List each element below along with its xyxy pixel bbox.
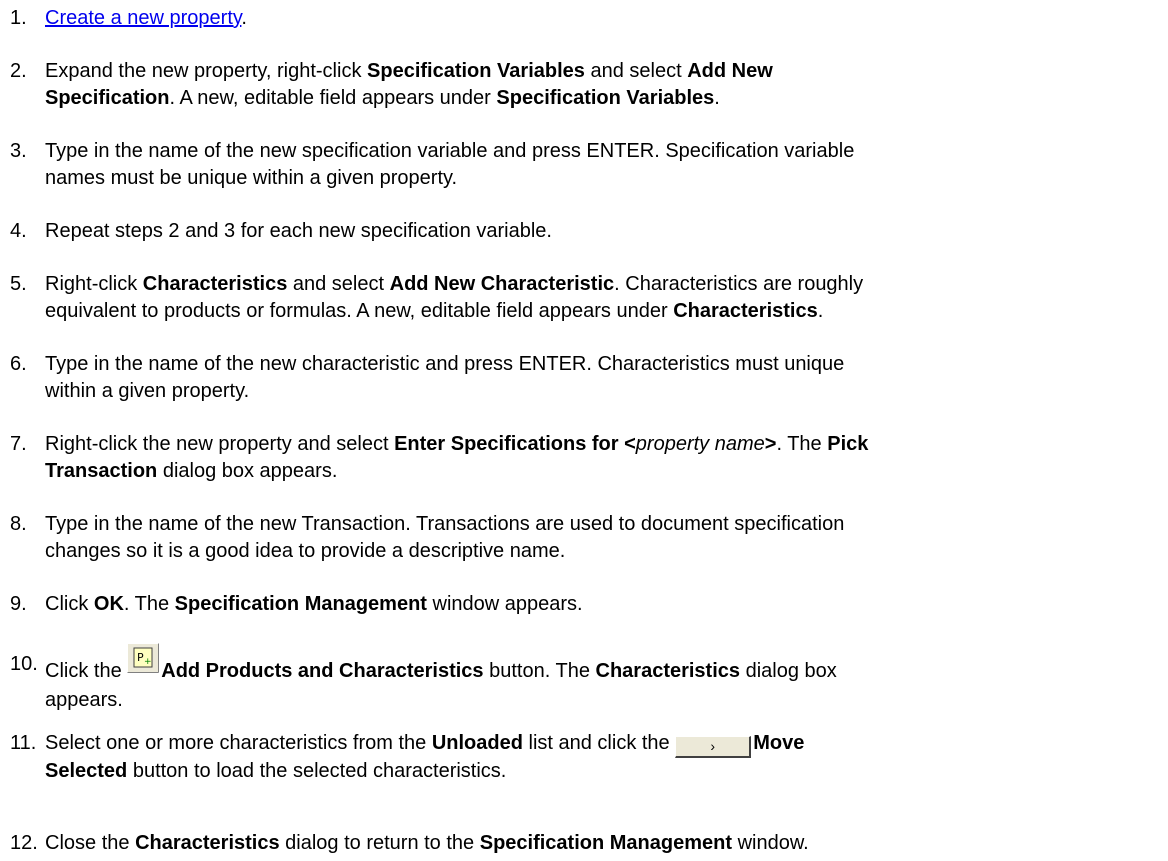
svg-text:+: +: [144, 657, 152, 667]
step-number: 6.: [10, 353, 27, 375]
move-selected-button[interactable]: ›: [675, 736, 752, 758]
step-number: 11.: [10, 732, 37, 754]
chevron-right-icon: ›: [710, 738, 716, 754]
step-number: 4.: [10, 220, 27, 242]
add-products-icon[interactable]: P +: [127, 643, 160, 681]
svg-text:P: P: [137, 651, 144, 664]
step-number: 2.: [10, 60, 27, 82]
step-number: 1.: [10, 7, 27, 29]
step-number: 12.: [10, 832, 38, 854]
step-number: 7.: [10, 433, 27, 455]
step-number: 9.: [10, 593, 27, 615]
create-property-link[interactable]: Create a new property: [45, 7, 241, 29]
step-12: 12. Close the Characteristics dialog to …: [0, 830, 1168, 861]
step-number: 8.: [10, 513, 27, 535]
step-number: 10.: [10, 653, 38, 675]
step-number: 3.: [10, 140, 27, 162]
step-number: 5.: [10, 273, 27, 295]
